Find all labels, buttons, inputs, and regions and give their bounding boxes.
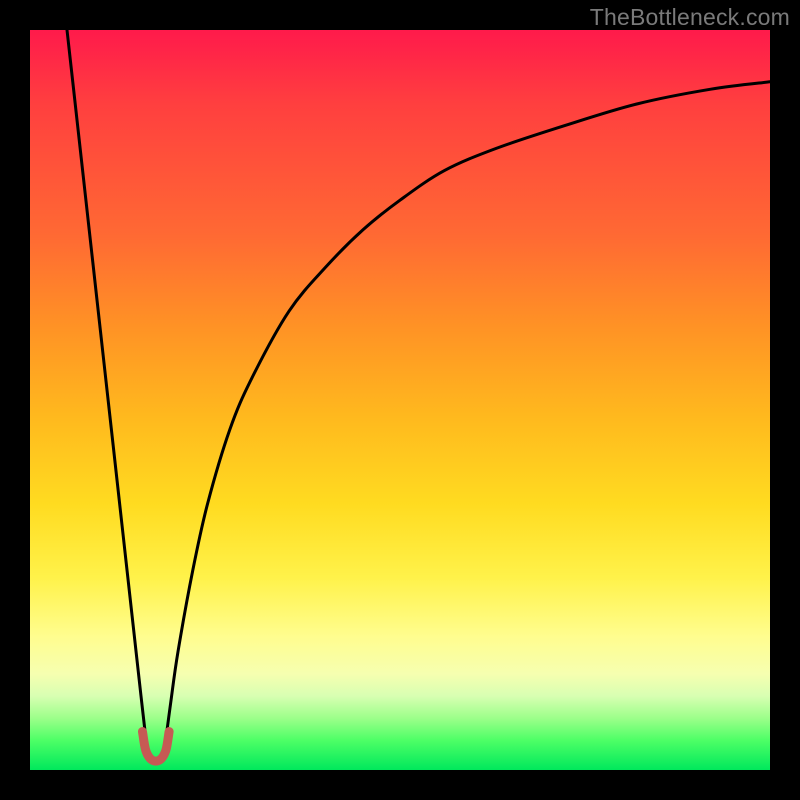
chart-frame: TheBottleneck.com: [0, 0, 800, 800]
series-left-branch: [67, 30, 147, 748]
chart-plot-area: [30, 30, 770, 770]
series-right-branch: [165, 82, 770, 748]
watermark-text: TheBottleneck.com: [590, 4, 790, 31]
chart-series-group: [67, 30, 770, 761]
series-dip-marker: [142, 732, 169, 762]
chart-svg: [30, 30, 770, 770]
